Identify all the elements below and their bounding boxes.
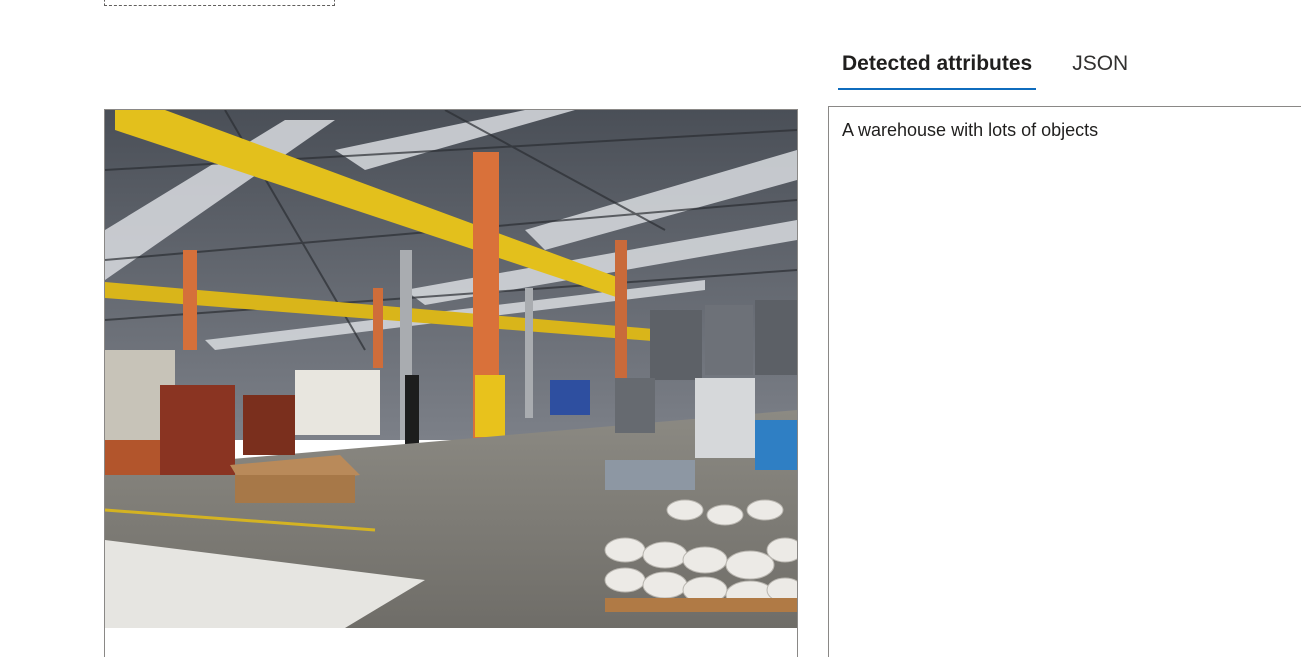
image-preview-frame [104,109,798,657]
tab-json[interactable]: JSON [1068,48,1132,90]
tab-detected-attributes-label: Detected attributes [842,52,1033,75]
image-caption: A warehouse with lots of objects [842,120,1099,140]
upload-focus-outline[interactable] [104,0,335,6]
tab-json-label: JSON [1072,52,1129,75]
tab-detected-attributes[interactable]: Detected attributes [838,48,1037,90]
result-tabs: Detected attributes JSON [838,48,1132,92]
warehouse-photo [105,110,797,628]
detected-attributes-panel: A warehouse with lots of objects [828,106,1301,657]
app-root: Detected attributes JSON A warehouse wit… [0,0,1301,657]
